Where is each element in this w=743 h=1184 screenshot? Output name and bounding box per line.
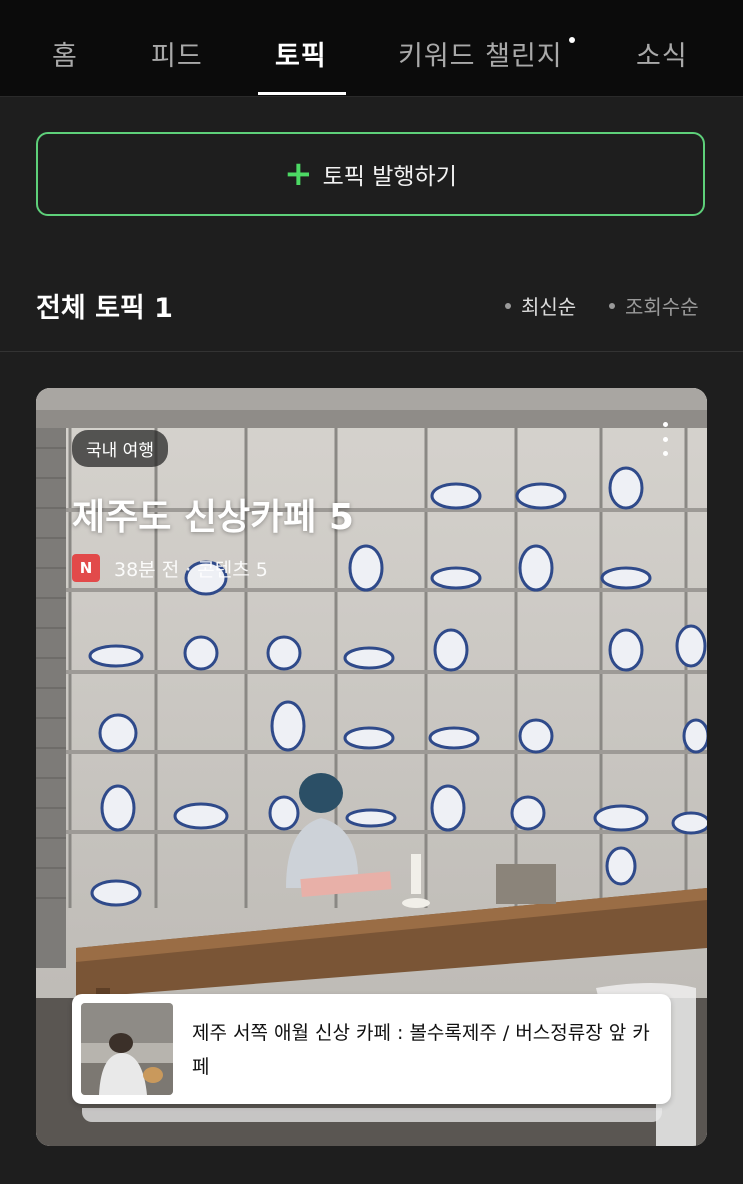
- topic-card[interactable]: 국내 여행 제주도 신상카페 5 N 38분 전 · 콘텐츠 5 제주 서쪽 애…: [36, 388, 707, 1146]
- sort-views[interactable]: 조회수순: [609, 291, 699, 320]
- content-title: 제주 서쪽 애월 신상 카페 : 볼수록제주 / 버스정류장 앞 카페: [192, 1022, 650, 1078]
- sort-views-label: 조회수순: [625, 295, 699, 319]
- sort-latest[interactable]: 최신순: [505, 291, 576, 320]
- source-logo-icon: N: [72, 554, 100, 582]
- tab-feed[interactable]: 피드: [151, 34, 203, 73]
- new-indicator-dot: [569, 37, 575, 43]
- topic-meta: N 38분 전 · 콘텐츠 5: [72, 554, 268, 582]
- topic-title: 제주도 신상카페 5: [72, 497, 354, 538]
- tab-topic[interactable]: 토픽: [275, 34, 327, 73]
- bullet-icon: [505, 302, 511, 309]
- more-options-icon[interactable]: [659, 422, 671, 456]
- tab-keyword-challenge[interactable]: 키워드 챌린지: [398, 34, 563, 73]
- top-tab-bar: 홈 피드 토픽 키워드 챌린지 소식: [0, 0, 743, 97]
- plus-icon: +: [284, 154, 313, 194]
- bullet-icon: [609, 302, 615, 309]
- tab-home[interactable]: 홈: [52, 34, 78, 73]
- active-tab-indicator: [258, 92, 346, 95]
- content-thumbnail: [81, 1003, 173, 1095]
- sort-latest-label: 최신순: [521, 295, 577, 319]
- content-list-item[interactable]: 제주 서쪽 애월 신상 카페 : 볼수록제주 / 버스정류장 앞 카페: [72, 994, 671, 1104]
- publish-topic-label: 토픽 발행하기: [322, 164, 457, 190]
- stacked-content-shadow: [82, 1108, 662, 1122]
- tab-news[interactable]: 소식: [636, 34, 688, 73]
- category-badge: 국내 여행: [72, 430, 168, 467]
- section-divider: [0, 351, 743, 352]
- publish-topic-button[interactable]: + 토픽 발행하기: [36, 132, 705, 216]
- topic-meta-text: 38분 전 · 콘텐츠 5: [114, 558, 268, 581]
- section-title: 전체 토픽 1: [36, 293, 173, 324]
